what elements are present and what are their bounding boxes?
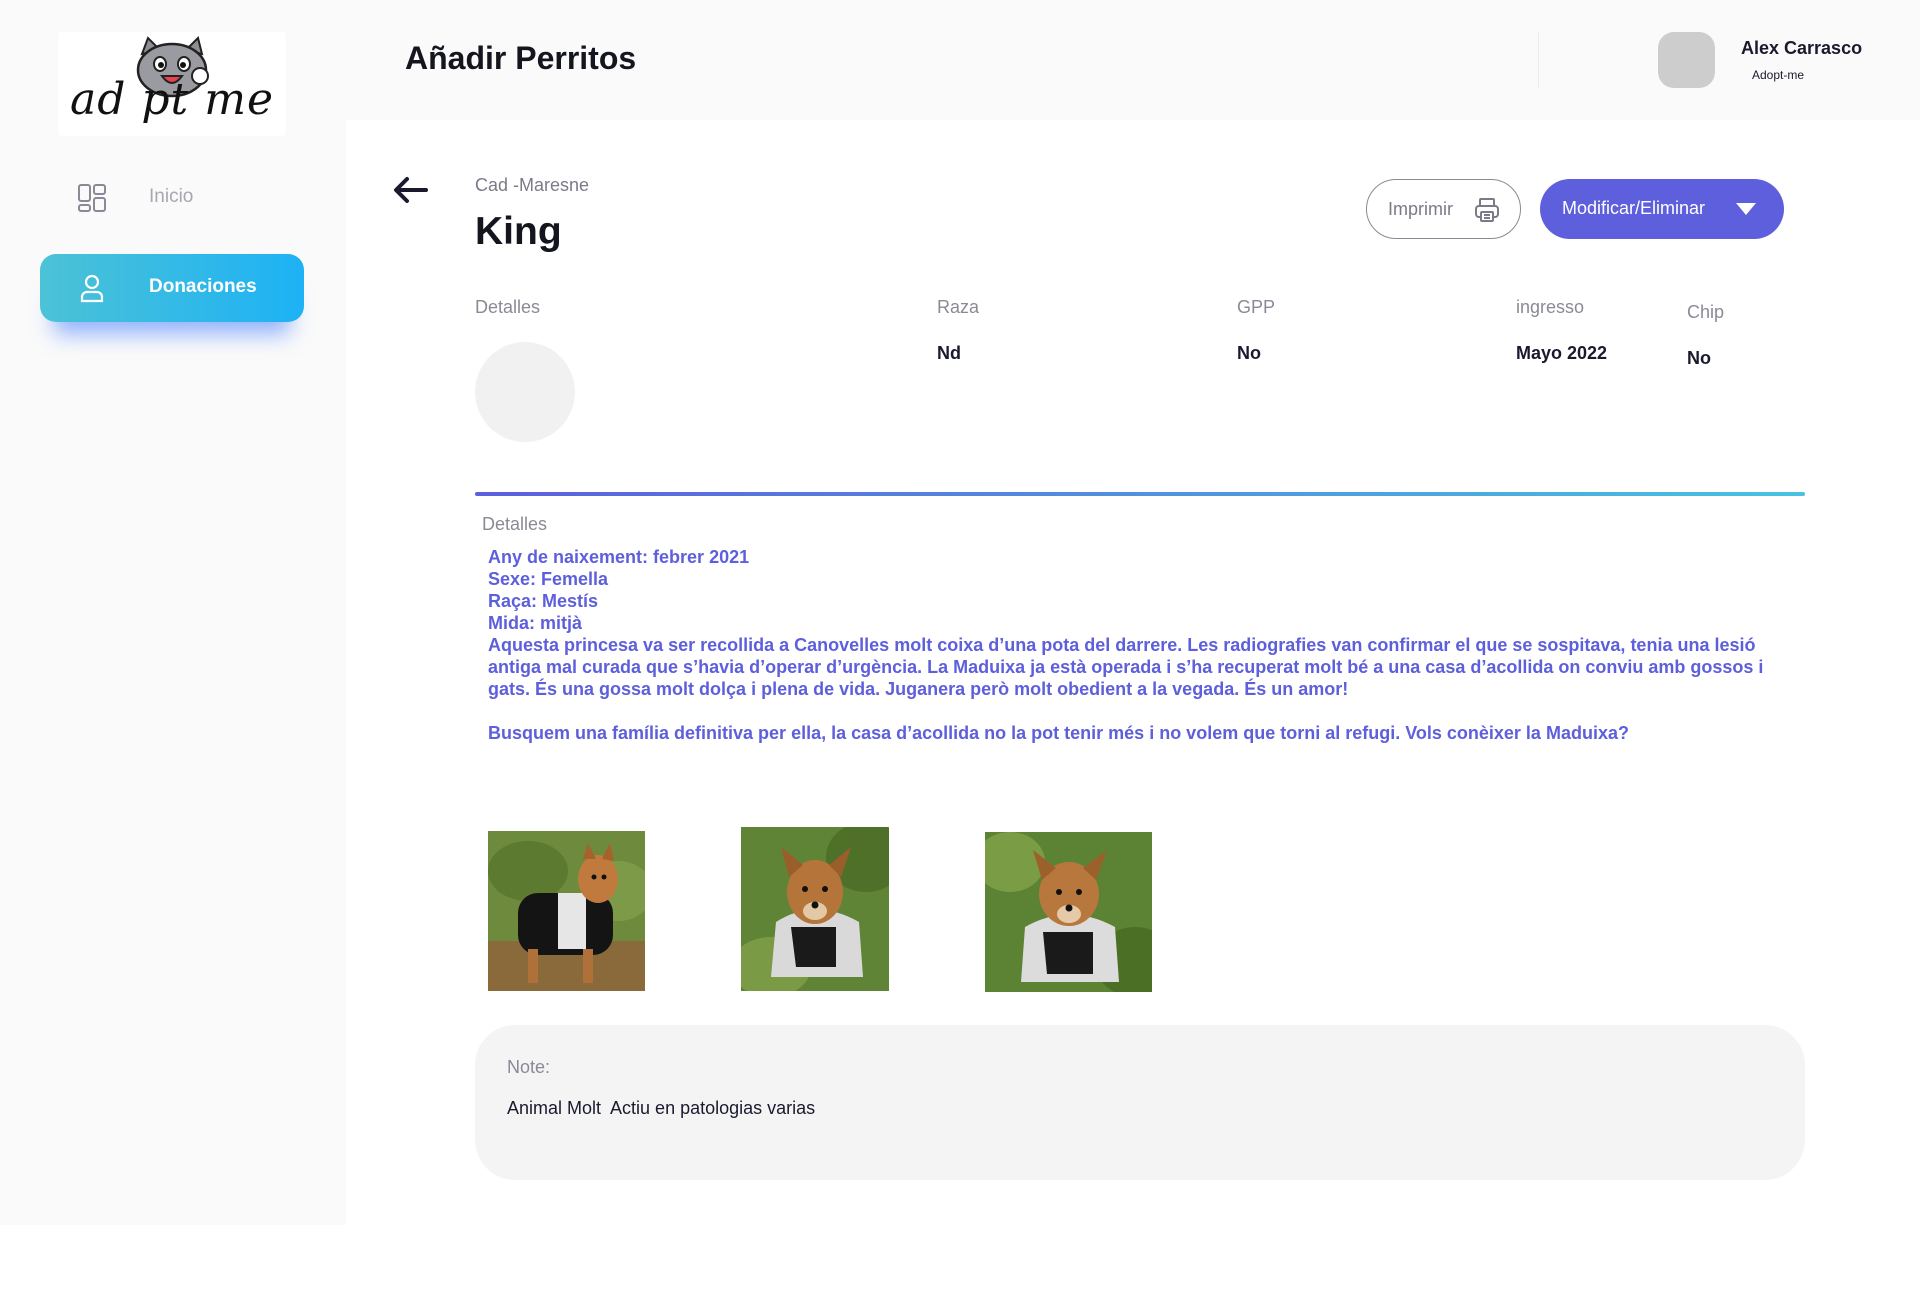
pet-photo-thumbnail-1[interactable] bbox=[488, 831, 645, 991]
pet-photo-placeholder[interactable] bbox=[475, 342, 575, 442]
user-icon bbox=[80, 274, 104, 303]
caret-down-icon bbox=[1736, 203, 1756, 215]
modify-delete-dropdown-button[interactable]: Modificar/Eliminar bbox=[1540, 179, 1784, 239]
gpp-label: GPP bbox=[1237, 297, 1276, 317]
sidebar-item-inicio[interactable]: Inicio bbox=[40, 164, 304, 232]
birth-year-line: Any de naixement: febrer 2021 bbox=[488, 547, 750, 567]
app-logo[interactable]: ad pt me bbox=[58, 32, 286, 136]
print-button[interactable]: Imprimir bbox=[1366, 179, 1521, 239]
sidebar-item-label: Donaciones bbox=[149, 276, 257, 297]
chip-label: Chip bbox=[1687, 302, 1725, 322]
print-button-label: Imprimir bbox=[1388, 199, 1453, 219]
raza-value: Nd bbox=[937, 343, 961, 363]
gpp-value: No bbox=[1237, 343, 1261, 363]
sidebar: ad pt me Inicio Donaciones bbox=[0, 0, 346, 1225]
note-label: Note: bbox=[507, 1057, 551, 1077]
chip-value: No bbox=[1687, 348, 1711, 368]
pet-photo-thumbnail-3[interactable] bbox=[985, 832, 1152, 992]
story-paragraph: Aquesta princesa va ser recollida a Cano… bbox=[488, 635, 1764, 699]
sidebar-item-label: Inicio bbox=[149, 186, 194, 207]
ingreso-label: ingresso bbox=[1516, 297, 1585, 317]
page-title: Añadir Perritos bbox=[405, 40, 637, 76]
back-arrow-icon[interactable] bbox=[392, 176, 428, 204]
size-line: Mida: mitjà bbox=[488, 613, 583, 633]
avatar[interactable] bbox=[1658, 32, 1715, 88]
printer-icon bbox=[1475, 198, 1499, 222]
sex-line: Sexe: Femella bbox=[488, 569, 609, 589]
breadcrumb: Cad -Maresne bbox=[475, 175, 590, 195]
header-divider bbox=[1538, 32, 1539, 88]
dashboard-icon bbox=[78, 184, 106, 212]
modify-delete-label: Modificar/Eliminar bbox=[1562, 198, 1706, 218]
note-text: Animal Molt Actiu en patologias varias bbox=[507, 1098, 816, 1118]
user-name: Alex Carrasco bbox=[1741, 38, 1863, 58]
detalles-label: Detalles bbox=[475, 297, 541, 317]
description-text: Any de naixement: febrer 2021 Sexe: Feme… bbox=[488, 546, 1788, 744]
adoption-paragraph: Busquem una família definitiva per ella,… bbox=[488, 723, 1629, 743]
note-box: Note: Animal Molt Actiu en patologias va… bbox=[475, 1025, 1805, 1180]
ingreso-value: Mayo 2022 bbox=[1516, 343, 1608, 363]
pet-photo-thumbnail-2[interactable] bbox=[741, 827, 889, 991]
description-label: Detalles bbox=[482, 514, 548, 534]
pet-name-heading: King bbox=[475, 210, 562, 253]
sidebar-item-donaciones[interactable]: Donaciones bbox=[40, 254, 304, 322]
section-divider bbox=[475, 492, 1805, 496]
user-subtitle: Adopt-me bbox=[1752, 68, 1805, 82]
breed-line: Raça: Mestís bbox=[488, 591, 599, 611]
raza-label: Raza bbox=[937, 297, 980, 317]
logo-text: ad pt me bbox=[70, 74, 274, 125]
